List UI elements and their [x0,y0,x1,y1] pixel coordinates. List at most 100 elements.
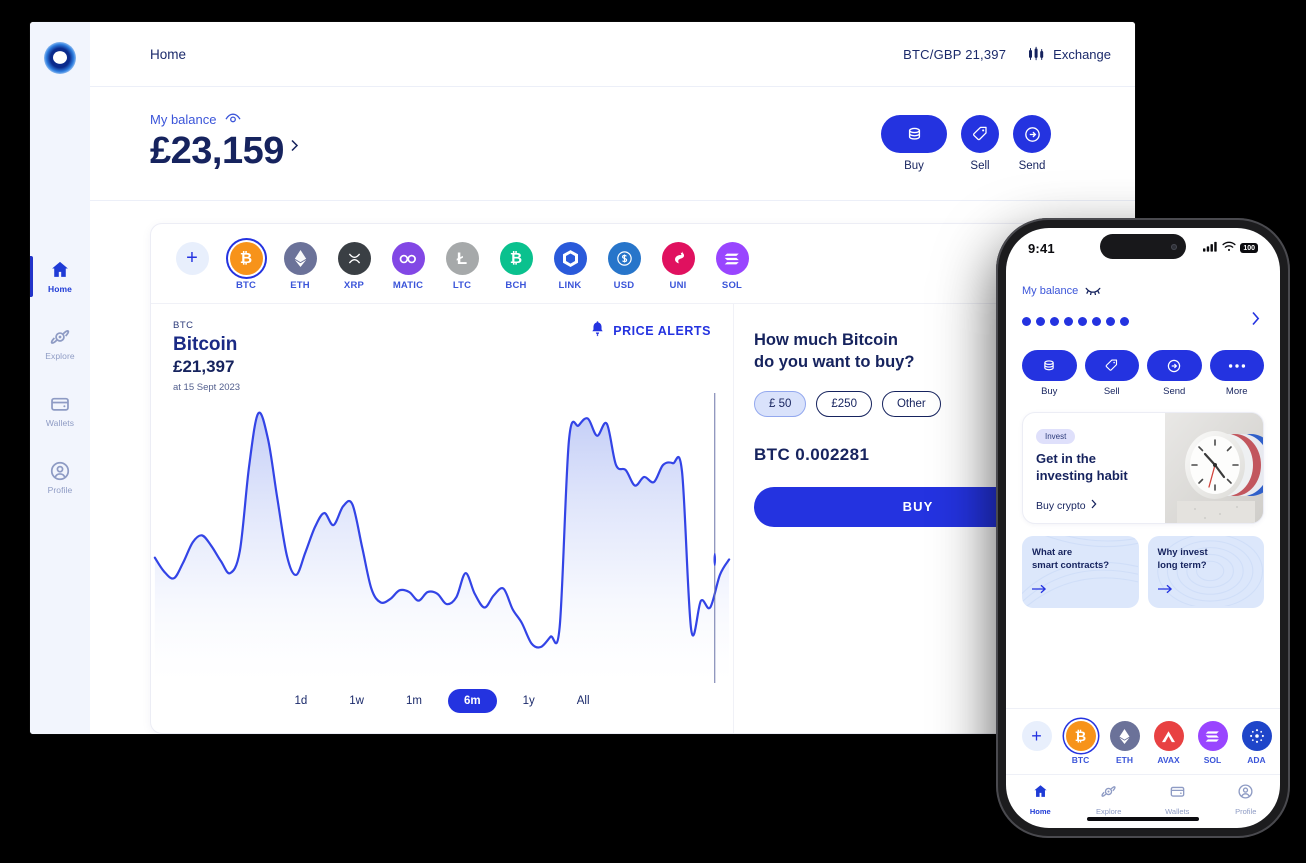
mask-dot [1078,316,1087,326]
coin-sol[interactable]: SOL [713,242,751,291]
coin-usd[interactable]: USD [605,242,643,291]
desktop-balance-bar: My balance £23,159 Buy Sell Send [90,87,1135,201]
quick-card-long-term[interactable]: Why invest long term? [1147,536,1264,608]
chart-range-selector: 1d 1w 1m 6m 1y All [151,683,733,733]
quick-card-line2: smart contracts? [1032,559,1110,571]
range-all[interactable]: All [561,689,606,713]
phone-quick-actions: Buy Sell Send More [1022,350,1264,397]
phone-coin-btc[interactable]: ₿ BTC [1064,721,1097,765]
phone-buy-action[interactable]: Buy [1022,350,1077,397]
amount-chip-50[interactable]: £ 50 [754,390,807,417]
coin-add-button[interactable]: + [173,242,211,280]
phone-coin-add[interactable]: + [1020,721,1053,765]
invest-card-text: Invest Get in the investing habit Buy cr… [1023,413,1165,523]
phone-coin-eth[interactable]: ETH [1108,721,1141,765]
phone-coin-avax[interactable]: AVAX [1152,721,1185,765]
coin-btc[interactable]: ₿ BTC [227,242,265,291]
invest-title-line2: investing habit [1036,467,1128,483]
desktop-window: Home Explore Wallets Profile Home BTC/GB… [30,22,1135,734]
desktop-main: Home BTC/GBP 21,397 Exchange My balance … [90,22,1135,734]
topbar-right: BTC/GBP 21,397 Exchange [903,46,1111,62]
asset-price-date: at 15 Sept 2023 [173,382,241,393]
mask-dot [1092,316,1101,326]
coins-icon [881,115,947,153]
coin-bch[interactable]: ₿ BCH [497,242,535,291]
phone-buy-label: Buy [1041,386,1058,397]
sidebar-item-profile[interactable]: Profile [30,457,90,498]
solana-icon [1197,721,1228,751]
price-alerts-button[interactable]: PRICE ALERTS [590,320,711,342]
coin-uni[interactable]: UNI [659,242,697,291]
coin-sol-label: SOL [721,280,743,291]
phone-screen: 9:41 100 My balance Buy Sell Send More I… [1006,228,1280,828]
coin-link-label: LINK [558,280,582,291]
litecoin-icon: Ł [445,242,479,275]
phone-nav-wallets[interactable]: Wallets [1143,783,1212,816]
coin-xrp[interactable]: XRP [335,242,373,291]
sell-action[interactable]: Sell [961,115,999,172]
asset-price: £21,397 [173,357,235,376]
exchange-button[interactable]: Exchange [1028,46,1111,62]
phone-mockup: 9:41 100 My balance Buy Sell Send More I… [996,218,1290,838]
coin-ltc[interactable]: Ł LTC [443,242,481,291]
coin-matic-label: MATIC [392,280,424,291]
buy-crypto-link[interactable]: Buy crypto [1036,499,1165,512]
phone-coin-sol[interactable]: SOL [1196,721,1229,765]
coin-matic[interactable]: MATIC [389,242,427,291]
sidebar-item-explore[interactable]: Explore [30,323,90,364]
eye-hidden-icon[interactable] [1085,282,1101,300]
send-action[interactable]: Send [1013,115,1051,172]
status-icons: 100 [1203,239,1258,257]
alarm-clocks-photo [1165,413,1263,523]
mask-dot [1022,316,1031,326]
range-1d[interactable]: 1d [278,689,323,713]
balance-label: My balance [150,112,217,128]
bitcoin-icon: ₿ [229,242,263,275]
quick-card-smart-contracts[interactable]: What are smart contracts? [1022,536,1139,608]
price-chart[interactable] [151,393,733,683]
solana-icon [715,242,749,275]
coin-btc-label: BTC [235,280,257,291]
phone-send-action[interactable]: Send [1147,350,1202,397]
arrow-circle-right-icon [1013,115,1051,153]
phone-nav-profile[interactable]: Profile [1212,783,1281,816]
coins-icon [1022,350,1077,381]
coin-link[interactable]: LINK [551,242,589,291]
range-1y[interactable]: 1y [507,689,551,713]
app-logo[interactable] [40,38,80,78]
coin-eth[interactable]: ETH [281,242,319,291]
coin-ltc-label: LTC [452,280,472,291]
sidebar-item-home[interactable]: Home [30,256,90,297]
phone-sell-action[interactable]: Sell [1084,350,1139,397]
mask-dot [1050,316,1059,326]
home-icon [49,259,71,281]
eye-icon[interactable] [225,111,242,129]
phone-nav-explore[interactable]: Explore [1075,783,1144,816]
chevron-right-icon [290,139,299,157]
phone-coin-ada[interactable]: ADA [1240,721,1273,765]
mask-dot [1120,316,1129,326]
phone-balance-row[interactable] [1022,311,1264,331]
chart-asset-info: BTC Bitcoin £21,397 at 15 Sept 2023 [173,320,240,393]
phone-nav-home[interactable]: Home [1006,783,1075,816]
ethereum-icon [1109,721,1140,751]
invest-promo-card[interactable]: Invest Get in the investing habit Buy cr… [1022,412,1264,524]
amount-chip-250[interactable]: £250 [816,390,872,417]
range-1w[interactable]: 1w [333,689,380,713]
range-1m[interactable]: 1m [390,689,438,713]
amount-chip-other[interactable]: Other [881,390,941,417]
battery-indicator: 100 [1240,243,1258,253]
phone-more-action[interactable]: More [1209,350,1264,397]
desktop-topbar: Home BTC/GBP 21,397 Exchange [90,22,1135,87]
sidebar-item-wallets[interactable]: Wallets [30,390,90,431]
buy-action[interactable]: Buy [881,115,947,172]
phone-coin-strip: + ₿ BTC ETH AVAX SOL ADA [1006,708,1280,774]
range-6m[interactable]: 6m [447,689,497,713]
phone-more-label: More [1225,386,1248,397]
panel-body: BTC Bitcoin £21,397 at 15 Sept 2023 PRIC… [151,304,1106,733]
balance-amount-row[interactable]: £23,159 [150,130,299,172]
invest-card-title: Get in the investing habit [1036,451,1165,484]
quick-card-line1: Why invest [1157,547,1208,558]
breadcrumb[interactable]: Home [150,47,186,62]
chart-column: BTC Bitcoin £21,397 at 15 Sept 2023 PRIC… [151,304,734,733]
